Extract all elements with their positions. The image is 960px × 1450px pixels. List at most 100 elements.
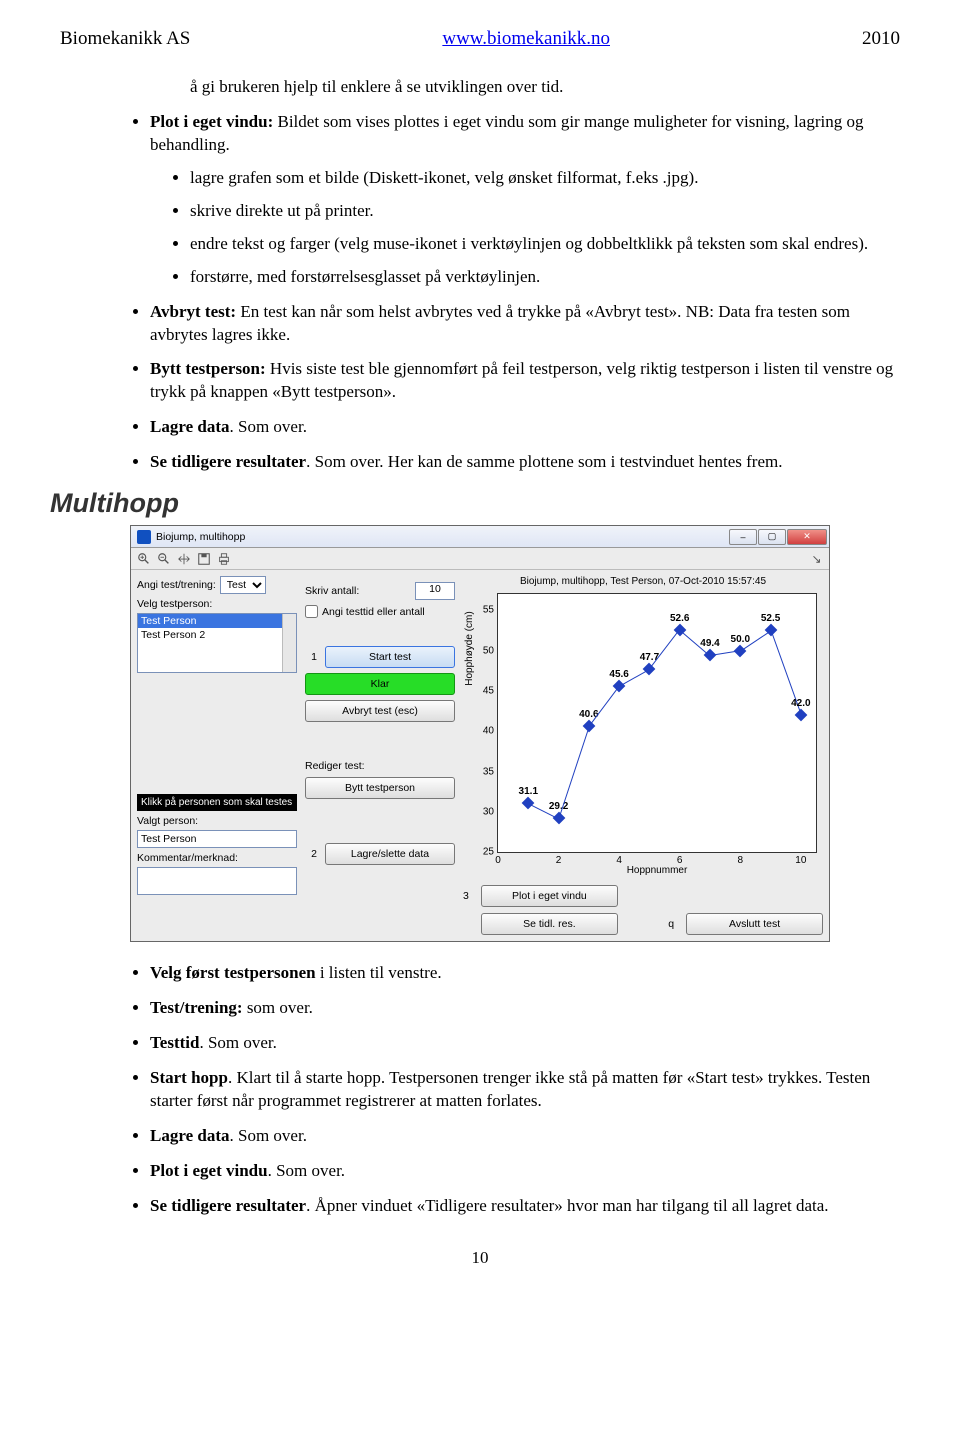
bullet-list-top: Plot i eget vindu: Bildet som vises plot… — [60, 111, 900, 474]
help-note: Klikk på personen som skal testes — [137, 794, 297, 811]
bullet-item: Bytt testperson: Hvis siste test ble gje… — [150, 358, 900, 404]
bullet-sub: skrive direkte ut på printer. — [190, 200, 900, 223]
plot-area: Hopphøyde (cm) Hoppnummer 25303540455055… — [497, 593, 817, 853]
data-label: 31.1 — [519, 786, 538, 797]
bullet-item: Se tidligere resultater. Åpner vinduet «… — [150, 1195, 900, 1218]
text: En test kan når som helst avbrytes ved å… — [150, 302, 850, 344]
titlebar: Biojump, multihopp – ▢ ✕ — [131, 526, 829, 548]
data-label: 45.6 — [609, 669, 628, 680]
zoom-out-icon[interactable] — [155, 550, 172, 567]
company-name: Biomekanikk AS — [60, 28, 190, 50]
edit-label: Rediger test: — [305, 760, 455, 772]
app-icon — [137, 530, 151, 544]
bullet-item: Lagre data. Som over. — [150, 416, 900, 439]
x-tick: 2 — [556, 855, 562, 866]
bullet-item: Start hopp. Klart til å starte hopp. Tes… — [150, 1067, 900, 1113]
swap-person-button[interactable]: Bytt testperson — [305, 777, 455, 799]
text: . Som over. Her kan de samme plottene so… — [306, 452, 782, 471]
comment-label: Kommentar/merknad: — [137, 852, 297, 864]
quit-test-button[interactable]: Avslutt test — [686, 913, 823, 935]
app-window: Biojump, multihopp – ▢ ✕ ↘ — [130, 525, 830, 942]
label: Bytt testperson: — [150, 359, 266, 378]
x-tick: 6 — [677, 855, 683, 866]
pick-label: Velg testperson: — [137, 598, 297, 610]
pan-icon[interactable] — [175, 550, 192, 567]
scrollbar[interactable] — [282, 614, 296, 672]
x-tick: 4 — [616, 855, 622, 866]
y-tick: 45 — [474, 685, 494, 696]
list-item[interactable]: Test Person 2 — [138, 628, 296, 642]
text: . Som over. — [230, 417, 307, 436]
label: Avbryt test: — [150, 302, 236, 321]
save-data-button[interactable]: Lagre/slette data — [325, 843, 455, 865]
data-label: 42.0 — [791, 698, 810, 709]
duration-checkbox[interactable] — [305, 605, 318, 618]
bullet-item: Lagre data. Som over. — [150, 1125, 900, 1148]
maximize-button[interactable]: ▢ — [758, 529, 786, 545]
data-label: 49.4 — [700, 638, 719, 649]
bullet-list-pre: å gi brukeren hjelp til enklere å se utv… — [60, 76, 900, 99]
bullet-sub: forstørre, med forstørrelsesglasset på v… — [190, 266, 900, 289]
label: Se tidligere resultater — [150, 452, 306, 471]
chosen-label: Valgt person: — [137, 815, 297, 827]
bullet-item: Velg først testpersonen i listen til ven… — [150, 962, 900, 985]
count-input[interactable]: 10 — [415, 582, 455, 600]
step-number: 2 — [305, 848, 317, 860]
page-header: Biomekanikk AS www.biomekanikk.no 2010 — [60, 28, 900, 50]
expand-icon[interactable]: ↘ — [808, 550, 825, 567]
plot-window-button[interactable]: Plot i eget vindu — [481, 885, 618, 907]
bullet-item: Avbryt test: En test kan når som helst a… — [150, 301, 900, 347]
zoom-in-icon[interactable] — [135, 550, 152, 567]
minimize-button[interactable]: – — [729, 529, 757, 545]
y-tick: 25 — [474, 847, 494, 858]
mode-label: Angi test/trening: — [137, 579, 216, 591]
window-title: Biojump, multihopp — [156, 531, 245, 543]
page-number: 10 — [60, 1248, 900, 1268]
print-icon[interactable] — [215, 550, 232, 567]
bullet-item: Testtid. Som over. — [150, 1032, 900, 1055]
y-tick: 30 — [474, 806, 494, 817]
count-label: Skriv antall: — [305, 585, 359, 597]
text: å gi brukeren hjelp til enklere å se utv… — [190, 76, 900, 99]
x-tick: 0 — [495, 855, 501, 866]
bullet-list-after: Velg først testpersonen i listen til ven… — [60, 962, 900, 1218]
data-label: 52.5 — [761, 613, 780, 624]
data-label: 52.6 — [670, 613, 689, 624]
shortcut-key: q — [668, 918, 680, 930]
prev-results-button[interactable]: Se tidl. res. — [481, 913, 618, 935]
label: Lagre data — [150, 417, 230, 436]
header-url[interactable]: www.biomekanikk.no — [442, 28, 610, 50]
bullet-item: Plot i eget vindu: Bildet som vises plot… — [150, 111, 900, 289]
x-tick: 8 — [738, 855, 744, 866]
section-heading: Multihopp — [50, 488, 900, 519]
duration-label: Angi testtid eller antall — [322, 606, 425, 618]
abort-test-button[interactable]: Avbryt test (esc) — [305, 700, 455, 722]
step-number: 1 — [305, 651, 317, 663]
list-item[interactable]: Test Person — [138, 614, 296, 628]
person-list[interactable]: Test Person Test Person 2 — [137, 613, 297, 673]
plot-segment — [558, 727, 590, 819]
mode-select[interactable]: Test — [220, 576, 266, 594]
comment-field[interactable] — [137, 867, 297, 895]
y-tick: 40 — [474, 726, 494, 737]
x-axis-label: Hoppnummer — [627, 865, 688, 876]
y-tick: 55 — [474, 605, 494, 616]
bullet-sub: lagre grafen som et bilde (Diskett-ikone… — [190, 167, 900, 190]
ready-indicator: Klar — [305, 673, 455, 695]
chosen-person-field[interactable]: Test Person — [137, 830, 297, 848]
plot-segment — [588, 686, 619, 727]
close-button[interactable]: ✕ — [787, 529, 827, 545]
bullet-item: Plot i eget vindu. Som over. — [150, 1160, 900, 1183]
start-test-button[interactable]: Start test — [325, 646, 455, 668]
label: Plot i eget vindu: — [150, 112, 273, 131]
data-label: 50.0 — [731, 634, 750, 645]
toolbar: ↘ — [131, 548, 829, 570]
data-marker — [794, 709, 807, 722]
bullet-item: Se tidligere resultater. Som over. Her k… — [150, 451, 900, 474]
step-number: 3 — [463, 890, 475, 902]
bullet-sub: endre tekst og farger (velg muse-ikonet … — [190, 233, 900, 256]
data-label: 29.2 — [549, 801, 568, 812]
x-tick: 10 — [795, 855, 806, 866]
save-icon[interactable] — [195, 550, 212, 567]
y-tick: 35 — [474, 766, 494, 777]
